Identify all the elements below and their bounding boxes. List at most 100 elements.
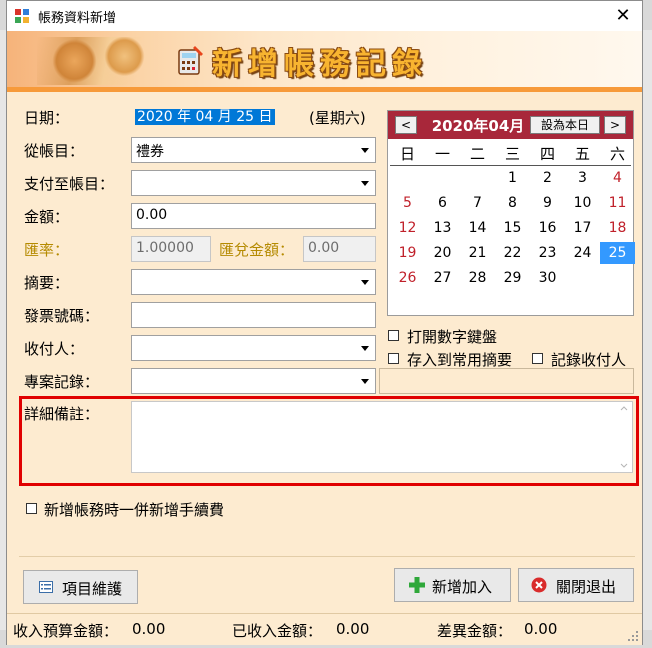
calendar-day[interactable]: 30 [530,267,565,289]
amount-input[interactable]: 0.00 [131,203,376,229]
calendar-day[interactable]: 8 [495,192,530,214]
calendar-day[interactable]: 19 [390,242,425,264]
calendar-day[interactable]: 9 [530,192,565,214]
dialog-window: 帳務資料新增 ✕ 新增帳務記錄 日期： 2020 年 04 月 25 日 (星期… [6,0,643,645]
chevron-down-icon [361,346,369,351]
rate-label: 匯率： [24,241,70,259]
add-fee-label: 新增帳務時一併新增手續費 [44,501,225,519]
chevron-down-icon [361,148,369,153]
calendar-day[interactable]: 7 [460,192,495,214]
calendar-day[interactable]: 21 [460,242,495,264]
money-image [37,37,162,85]
received-label: 已收入金額： [232,622,323,640]
calendar-day[interactable]: 3 [565,167,600,189]
pay-to-label: 支付至帳目： [24,175,115,193]
calendar-day[interactable]: 20 [425,242,460,264]
close-exit-label: 關閉退出 [556,578,617,596]
difference-value: 0.00 [524,620,558,638]
calendar-day[interactable]: 28 [460,267,495,289]
calendar-day[interactable]: 29 [495,267,530,289]
chevron-down-icon [361,280,369,285]
save-common-summary-label: 存入到常用摘要 [407,351,513,369]
calendar-day[interactable]: 17 [565,217,600,239]
invoice-label: 發票號碼： [24,307,100,325]
calendar-day[interactable]: 12 [390,217,425,239]
highlight-box [19,396,639,486]
calendar-day[interactable]: 2 [530,167,565,189]
chevron-down-icon [361,181,369,186]
add-fee-checkbox[interactable] [26,503,37,514]
date-picker[interactable]: 2020 年 04 月 25 日 [131,103,302,129]
budget-value: 0.00 [132,620,166,638]
pay-to-select[interactable] [131,170,376,196]
banner-divider [7,87,642,92]
calendar-weekday: 五 [574,145,590,163]
calendar-day[interactable]: 25 [600,242,635,264]
calendar-day[interactable]: 10 [565,192,600,214]
from-account-label: 從帳目： [24,142,85,160]
calendar-divider [390,165,631,166]
calendar-day[interactable]: 18 [600,217,635,239]
status-bar: 收入預算金額： 0.00 已收入金額： 0.00 差異金額： 0.00 [7,613,642,645]
calculator-icon [178,46,203,75]
close-exit-button[interactable]: 關閉退出 [518,568,634,602]
chevron-down-icon [361,379,369,384]
calendar-header: < 2020年04月 設為本日 > [388,111,633,139]
window-title: 帳務資料新增 [38,11,117,26]
save-common-summary-checkbox[interactable] [388,353,399,364]
set-today-button[interactable]: 設為本日 [530,116,600,134]
calendar-weekday: 二 [469,145,485,163]
record-payee-label: 記錄收付人 [551,351,627,369]
record-payee-checkbox[interactable] [532,353,543,364]
received-value: 0.00 [336,620,370,638]
calendar-day[interactable]: 13 [425,217,460,239]
prev-month-button[interactable]: < [395,116,417,134]
calendar-day[interactable]: 5 [390,192,425,214]
list-icon [39,581,53,593]
exchange-amount-label: 匯兌金額： [219,241,295,259]
calendar-day[interactable]: 24 [565,242,600,264]
weekday-label: (星期六) [309,109,366,127]
payee-select[interactable] [131,335,376,361]
payee-label: 收付人： [24,340,85,358]
banner-title: 新增帳務記錄 [212,47,428,82]
calendar-weekday: 六 [609,145,625,163]
add-entry-label: 新增加入 [432,578,493,596]
calendar-day[interactable]: 23 [530,242,565,264]
app-icon [15,9,29,23]
month-calendar[interactable]: < 2020年04月 設為本日 > 日一二三四五六 1 2 3 4 5 6 7 8 9 10 11 1… [387,110,635,316]
calendar-day[interactable]: 4 [600,167,635,189]
calendar-day[interactable]: 26 [390,267,425,289]
form-separator [19,556,635,557]
calendar-day[interactable]: 6 [425,192,460,214]
title-bar[interactable]: 帳務資料新增 ✕ [7,1,642,31]
next-month-button[interactable]: > [604,116,626,134]
calendar-day[interactable]: 1 [495,167,530,189]
project-select[interactable] [131,368,376,394]
calendar-day[interactable]: 27 [425,267,460,289]
difference-label: 差異金額： [437,622,513,640]
maintain-items-button[interactable]: 項目維護 [23,570,138,604]
calendar-day[interactable]: 16 [530,217,565,239]
open-keypad-checkbox[interactable] [388,330,399,341]
rate-input: 1.00000 [131,236,211,262]
calendar-weekday: 一 [434,145,450,163]
invoice-input[interactable] [131,302,376,328]
calendar-weekday: 三 [504,145,520,163]
calendar-day[interactable]: 14 [460,217,495,239]
calendar-month-title: 2020年04月 [431,117,525,135]
add-entry-button[interactable]: 新增加入 [394,568,511,602]
project-label: 專案記錄： [24,373,100,391]
window-close-button[interactable]: ✕ [607,3,639,29]
header-banner: 新增帳務記錄 [7,31,642,87]
calendar-day[interactable]: 11 [600,192,635,214]
calendar-day[interactable]: 22 [495,242,530,264]
summary-select[interactable] [131,269,376,295]
calendar-day[interactable]: 15 [495,217,530,239]
calendar-weekday: 四 [539,145,555,163]
date-value: 2020 年 04 月 25 日 [135,109,275,125]
budget-label: 收入預算金額： [13,622,119,640]
from-account-select[interactable]: 禮券 [131,137,376,163]
project-detail-field [379,368,634,394]
resize-grip-icon[interactable] [627,630,639,642]
